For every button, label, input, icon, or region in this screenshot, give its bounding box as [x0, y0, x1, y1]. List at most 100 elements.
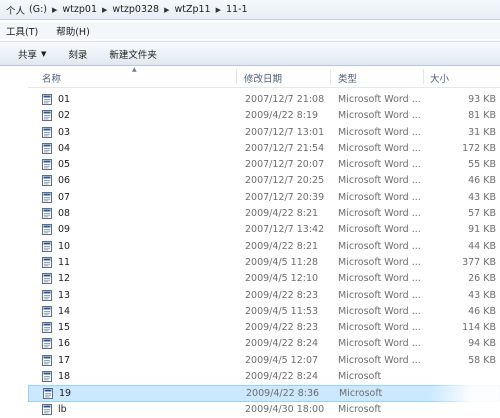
word-document-icon — [42, 126, 52, 138]
file-type: Microsoft — [339, 388, 383, 400]
word-document-icon — [42, 110, 52, 122]
file-name: 15 — [58, 322, 71, 334]
word-document-icon — [42, 142, 52, 154]
file-date: 2009/4/22 8:21 — [245, 208, 319, 220]
file-size: 377 KB — [462, 256, 496, 268]
file-date: 2009/4/30 18:00 — [245, 403, 325, 415]
file-size: 81 KB — [468, 110, 496, 122]
breadcrumb-item[interactable]: wtzp01 — [60, 4, 99, 15]
file-name: 09 — [58, 224, 71, 236]
file-type: Microsoft Word ... — [338, 191, 421, 203]
file-name: 06 — [58, 175, 71, 187]
breadcrumb-item[interactable]: 11-1 — [224, 4, 250, 15]
file-name: 12 — [58, 273, 71, 285]
file-row[interactable]: 04 2007/12/7 21:54 Microsoft Word ... 172 K… — [28, 141, 500, 157]
file-type: Microsoft Word ... — [338, 94, 421, 105]
word-document-icon — [42, 208, 52, 220]
column-header-size[interactable]: 大小 — [430, 71, 449, 85]
word-document-icon — [42, 273, 52, 285]
word-document-icon — [42, 338, 52, 350]
file-row[interactable]: 09 2007/12/7 13:42 Microsoft Word ... 91 KB — [28, 222, 500, 238]
chevron-right-icon[interactable]: ▶ — [213, 6, 224, 14]
breadcrumb-item[interactable]: wtZp11 — [172, 4, 212, 15]
file-row[interactable]: 01 2007/12/7 21:08 Microsoft Word ... 93 KB — [28, 92, 500, 108]
file-date: 2007/12/7 20:07 — [245, 159, 325, 171]
chevron-right-icon[interactable]: ▶ — [161, 6, 172, 14]
file-type: Microsoft Word ... — [338, 126, 421, 138]
file-name: 19 — [59, 388, 72, 400]
column-divider[interactable] — [236, 69, 237, 84]
word-document-icon — [43, 388, 53, 400]
share-button[interactable]: 共享 ▼ — [18, 47, 46, 61]
file-type: Microsoft Word ... — [338, 256, 421, 268]
file-date: 2009/4/22 8:19 — [245, 110, 319, 122]
file-type: Microsoft — [338, 403, 382, 415]
column-header-name[interactable]: 名称 — [42, 71, 61, 85]
file-row[interactable]: 12 2009/4/5 12:10 Microsoft Word ... 26 KB — [28, 271, 500, 287]
breadcrumb-item[interactable]: 个人 — [4, 3, 27, 17]
file-size: 172 KB — [462, 142, 496, 154]
file-row[interactable]: 14 2009/4/5 11:53 Microsoft Word ... 46 KB — [28, 304, 500, 320]
file-row[interactable]: 05 2007/12/7 20:07 Microsoft Word ... 55 KB — [28, 157, 500, 173]
file-type: Microsoft Word ... — [338, 273, 421, 285]
file-type: Microsoft Word ... — [338, 208, 421, 220]
command-bar: 共享 ▼ 刻录 新建文件夹 — [0, 41, 500, 66]
word-document-icon — [42, 94, 52, 105]
file-size: 57 KB — [468, 208, 496, 220]
file-type: Microsoft — [338, 371, 382, 383]
file-name: 08 — [58, 208, 71, 220]
breadcrumb: 个人 (G:) ▶ wtzp01 ▶ wtzp0328 ▶ wtZp11 ▶ 1… — [0, 0, 500, 20]
file-date: 2009/4/5 12:10 — [245, 273, 319, 285]
new-folder-button[interactable]: 新建文件夹 — [109, 47, 157, 61]
file-name: 16 — [58, 338, 71, 350]
file-name: lb — [58, 403, 67, 415]
file-name: 02 — [58, 110, 71, 122]
menu-tools[interactable]: 工具(T) — [6, 24, 38, 38]
file-date: 2009/4/22 8:23 — [245, 289, 319, 301]
chevron-right-icon[interactable]: ▶ — [99, 6, 110, 14]
file-date: 2009/4/5 11:28 — [245, 256, 319, 268]
file-name: 01 — [58, 94, 71, 105]
column-divider[interactable] — [423, 69, 424, 84]
chevron-right-icon[interactable]: ▶ — [49, 6, 60, 14]
file-row[interactable]: 07 2007/12/7 20:39 Microsoft Word ... 43 KB — [28, 190, 500, 206]
file-row[interactable]: 10 2009/4/22 8:21 Microsoft Word ... 44 KB — [28, 239, 500, 255]
breadcrumb-item[interactable]: wtzp0328 — [110, 4, 161, 15]
word-document-icon — [42, 224, 52, 236]
file-name: 04 — [58, 142, 71, 154]
file-type: Microsoft Word ... — [338, 240, 421, 252]
file-size: 44 KB — [468, 240, 496, 252]
burn-button[interactable]: 刻录 — [68, 47, 87, 61]
file-list: ▲ 名称 修改日期 类型 大小 01 2007/12/7 21:08 Microso… — [28, 66, 500, 415]
breadcrumb-item[interactable]: (G:) — [27, 4, 49, 15]
file-size: 91 KB — [468, 224, 496, 236]
edge-fade — [430, 364, 500, 414]
file-date: 2009/4/22 8:21 — [245, 240, 319, 252]
file-type: Microsoft Word ... — [338, 354, 421, 366]
file-row[interactable]: 13 2009/4/22 8:23 Microsoft Word ... 43 KB — [28, 288, 500, 304]
file-date: 2007/12/7 13:01 — [245, 126, 325, 138]
file-row[interactable]: 15 2009/4/22 8:23 Microsoft Word ... 114 KB — [28, 320, 500, 336]
file-type: Microsoft Word ... — [338, 305, 421, 317]
file-row[interactable]: 08 2009/4/22 8:21 Microsoft Word ... 57 KB — [28, 206, 500, 222]
word-document-icon — [42, 240, 52, 252]
menu-bar: 工具(T) 帮助(H) — [0, 22, 500, 39]
word-document-icon — [42, 175, 52, 187]
file-name: 05 — [58, 159, 71, 171]
sort-ascending-icon: ▲ — [132, 66, 137, 73]
file-size: 43 KB — [468, 289, 496, 301]
file-row[interactable]: 16 2009/4/22 8:24 Microsoft Word ... 94 KB — [28, 336, 500, 352]
file-row[interactable]: 02 2009/4/22 8:19 Microsoft Word ... 81 KB — [28, 108, 500, 124]
file-date: 2009/4/5 11:53 — [245, 305, 319, 317]
column-divider[interactable] — [330, 69, 331, 84]
menu-help[interactable]: 帮助(H) — [56, 24, 90, 38]
word-document-icon — [42, 305, 52, 317]
column-header-date[interactable]: 修改日期 — [244, 71, 282, 85]
file-row[interactable]: 03 2007/12/7 13:01 Microsoft Word ... 31 KB — [28, 125, 500, 141]
file-name: 07 — [58, 191, 71, 203]
column-header-type[interactable]: 类型 — [338, 71, 357, 85]
file-row[interactable]: 11 2009/4/5 11:28 Microsoft Word ... 377 KB — [28, 255, 500, 271]
file-date: 2007/12/7 20:39 — [245, 191, 325, 203]
file-row[interactable]: 06 2007/12/7 20:25 Microsoft Word ... 46 KB — [28, 173, 500, 189]
file-name: 03 — [58, 126, 71, 138]
